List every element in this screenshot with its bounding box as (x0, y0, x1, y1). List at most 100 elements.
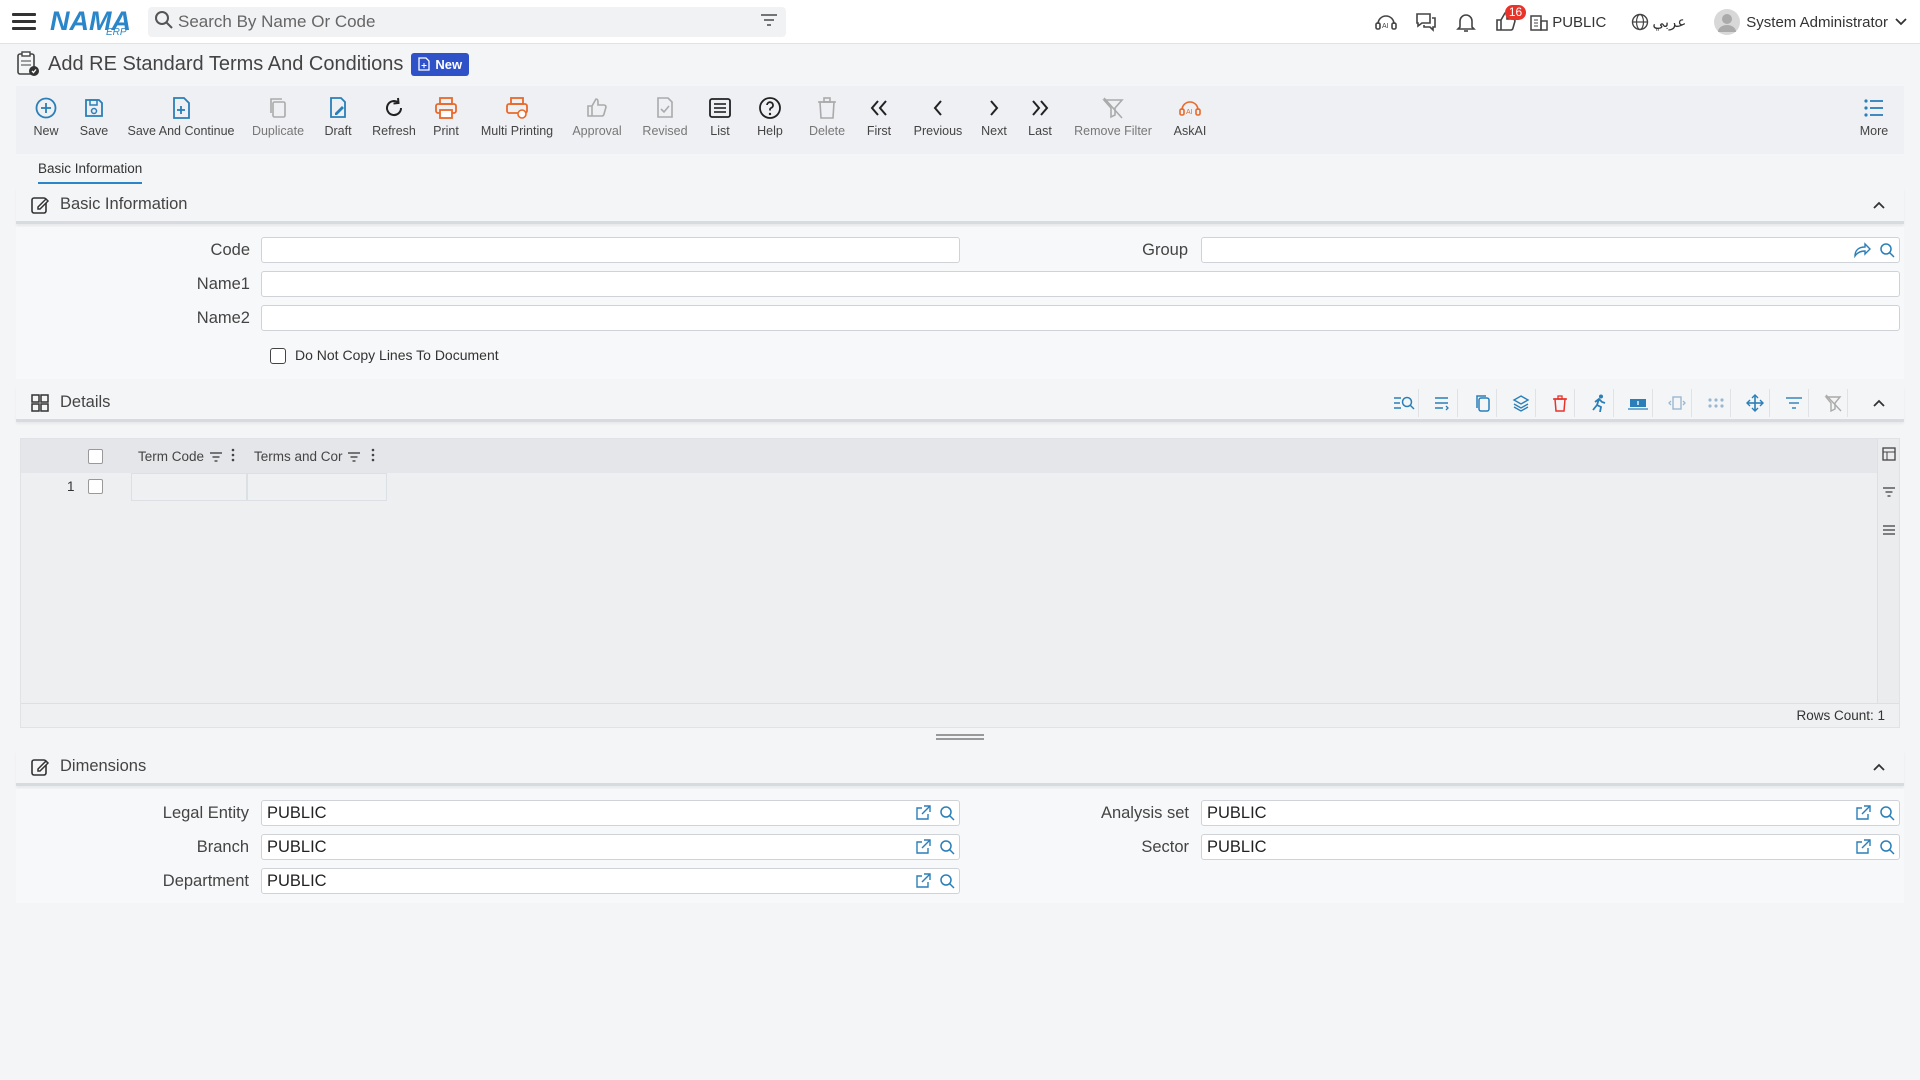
lookup-search-icon[interactable] (939, 805, 955, 821)
search-input[interactable] (178, 12, 760, 32)
columns-panel-icon[interactable] (1882, 447, 1896, 466)
department-input[interactable]: PUBLIC (261, 868, 960, 894)
list-button[interactable]: List (707, 86, 733, 154)
name1-input[interactable] (261, 271, 1900, 297)
next-button[interactable]: Next (979, 86, 1009, 154)
company-name[interactable]: PUBLIC (1552, 14, 1606, 31)
open-external-icon[interactable] (915, 839, 931, 855)
copy-icon[interactable] (1467, 389, 1497, 417)
details-header[interactable]: Details (16, 386, 1904, 422)
remove-filter-button[interactable]: Remove Filter (1074, 86, 1152, 154)
search-icon (154, 10, 174, 35)
help-button[interactable]: Help (757, 86, 783, 154)
open-external-icon[interactable] (1855, 805, 1871, 821)
basic-information-header[interactable]: Basic Information (16, 188, 1904, 224)
chevron-up-icon[interactable] (1872, 759, 1886, 777)
multi-printing-button[interactable]: Multi Printing (481, 86, 553, 154)
column-menu-icon[interactable] (371, 448, 375, 467)
search-rows-icon[interactable] (1389, 389, 1419, 417)
edit-icon (30, 757, 50, 777)
help-label: Help (757, 124, 783, 138)
delete-row-icon[interactable] (1545, 389, 1575, 417)
draft-button[interactable]: Draft (323, 86, 353, 154)
globe-icon[interactable] (1628, 2, 1652, 42)
bell-icon[interactable] (1446, 2, 1486, 42)
search-box[interactable] (148, 7, 786, 37)
share-arrow-icon[interactable] (1853, 242, 1871, 258)
ai-assistant-icon[interactable]: AI (1366, 2, 1406, 42)
resize-handle[interactable] (936, 734, 984, 740)
group-input[interactable] (1201, 237, 1900, 263)
term-code-cell[interactable] (131, 473, 247, 501)
column-menu-icon[interactable] (231, 448, 235, 467)
print-button[interactable]: Print (431, 86, 461, 154)
do-not-copy-checkbox[interactable] (270, 348, 286, 364)
sector-input[interactable]: PUBLIC (1201, 834, 1900, 860)
open-external-icon[interactable] (915, 873, 931, 889)
document-icon (14, 50, 42, 78)
filter-rows-icon[interactable] (1779, 389, 1809, 417)
chat-icon[interactable] (1406, 2, 1446, 42)
column-term-code[interactable]: Term Code (138, 449, 204, 464)
remove-filter-label: Remove Filter (1074, 124, 1152, 138)
last-button[interactable]: Last (1027, 86, 1053, 154)
move-icon[interactable] (1740, 389, 1770, 417)
run-icon[interactable] (1584, 389, 1614, 417)
refresh-button[interactable]: Refresh (372, 86, 416, 154)
column-filter-icon[interactable] (347, 450, 361, 468)
dots-grid-icon[interactable] (1701, 389, 1731, 417)
row-checkbox[interactable] (88, 479, 103, 494)
language-switch[interactable]: عربي (1652, 13, 1686, 31)
layers-icon[interactable] (1506, 389, 1536, 417)
terms-cell[interactable] (247, 473, 387, 501)
chevron-up-icon[interactable] (1872, 197, 1886, 215)
save-button[interactable]: Save (79, 86, 109, 154)
delete-button[interactable]: Delete (809, 86, 845, 154)
new-button[interactable]: New (31, 86, 61, 154)
clear-filter-icon[interactable] (1818, 389, 1848, 417)
chevron-up-icon[interactable] (1872, 395, 1886, 413)
first-button[interactable]: First (865, 86, 893, 154)
refresh-icon (386, 97, 403, 117)
column-filter-icon[interactable] (209, 450, 223, 468)
company-icon[interactable] (1526, 2, 1552, 42)
rows-panel-icon[interactable] (1882, 523, 1896, 541)
legal-entity-input[interactable]: PUBLIC (261, 800, 960, 826)
approval-button[interactable]: Approval (572, 86, 622, 154)
revised-button[interactable]: Revised (642, 86, 688, 154)
previous-button[interactable]: Previous (913, 86, 963, 154)
thumbs-up-notification-icon[interactable]: 16 (1486, 2, 1527, 42)
user-name[interactable]: System Administrator (1746, 14, 1888, 31)
table-row[interactable]: 1 (21, 473, 401, 501)
name2-input[interactable] (261, 305, 1900, 331)
filter-icon[interactable] (760, 13, 778, 32)
select-all-checkbox[interactable] (88, 449, 103, 464)
dimensions-header[interactable]: Dimensions (16, 750, 1904, 786)
open-external-icon[interactable] (915, 805, 931, 821)
lookup-search-icon[interactable] (939, 873, 955, 889)
tab-basic-information[interactable]: Basic Information (38, 161, 143, 184)
analysis-set-input[interactable]: PUBLIC (1201, 800, 1900, 826)
fit-columns-icon[interactable] (1662, 389, 1692, 417)
lookup-search-icon[interactable] (1879, 839, 1895, 855)
column-terms-and-conditions[interactable]: Terms and Cor (254, 449, 343, 464)
lookup-search-icon[interactable] (939, 839, 955, 855)
chevron-down-icon[interactable] (1894, 17, 1908, 27)
menu-icon[interactable] (12, 13, 36, 30)
print-label: Print (433, 124, 459, 138)
user-avatar[interactable] (1712, 2, 1742, 42)
save-and-continue-button[interactable]: Save And Continue (127, 86, 235, 154)
lookup-search-icon[interactable] (1879, 242, 1895, 258)
insert-row-icon[interactable] (1623, 389, 1653, 417)
filter-panel-icon[interactable] (1882, 485, 1896, 503)
askai-button[interactable]: AI AskAI (1173, 86, 1207, 154)
branch-value: PUBLIC (267, 837, 327, 856)
duplicate-button[interactable]: Duplicate (252, 86, 304, 154)
add-lines-icon[interactable] (1428, 389, 1458, 417)
branch-input[interactable]: PUBLIC (261, 834, 960, 860)
logo[interactable]: NAMA ERP (50, 5, 132, 39)
lookup-search-icon[interactable] (1879, 805, 1895, 821)
more-button[interactable]: More (1858, 86, 1890, 154)
code-input[interactable] (261, 237, 960, 263)
open-external-icon[interactable] (1855, 839, 1871, 855)
